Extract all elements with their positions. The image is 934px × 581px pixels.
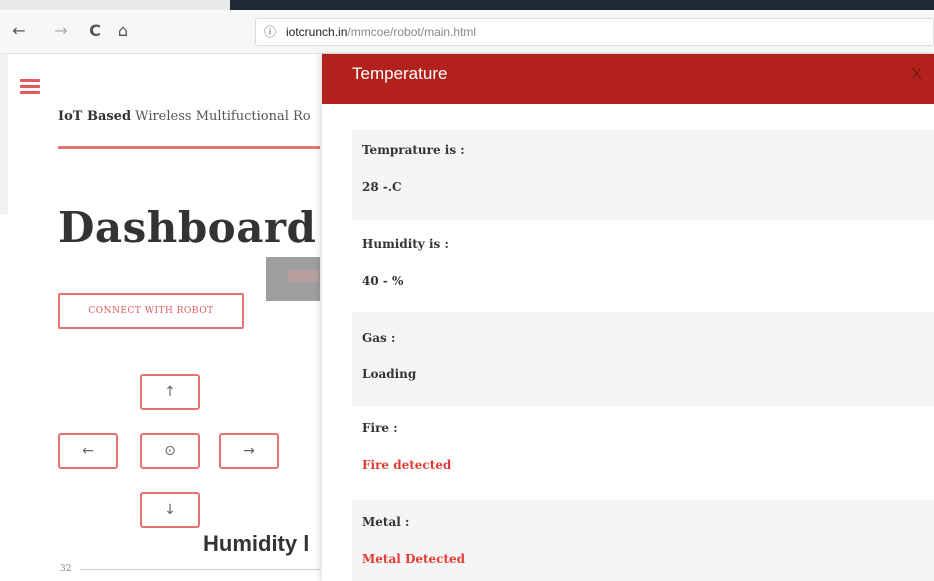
- close-icon[interactable]: X: [911, 66, 922, 84]
- move-up-button[interactable]: ↑: [140, 374, 200, 410]
- move-right-button[interactable]: →: [219, 433, 279, 469]
- sensor-value: 40 - %: [362, 274, 404, 288]
- page-title: Dashboard: [58, 203, 317, 252]
- grey-action-button[interactable]: [266, 257, 320, 301]
- sensor-label: Gas :: [362, 331, 396, 345]
- chart-axis-line: [80, 569, 320, 570]
- reload-icon[interactable]: C: [84, 20, 106, 42]
- sensor-value-alert: Metal Detected: [362, 552, 466, 566]
- sensor-row-fire: Fire : Fire detected: [352, 406, 934, 500]
- app-title: IoT Based Wireless Multifuctional Ro: [58, 109, 320, 124]
- sensor-label: Fire :: [362, 421, 398, 435]
- sensor-value: Loading: [362, 367, 417, 381]
- url-path: /mmcoe/robot/main.html: [347, 25, 477, 39]
- window-top-strip-left: [0, 0, 230, 10]
- sensor-label: Temprature is :: [362, 143, 465, 157]
- humidity-heading: Humidity l: [203, 531, 310, 556]
- sensor-row-humidity: Humidity is : 40 - %: [352, 220, 934, 312]
- connect-with-robot-button[interactable]: CONNECT WITH ROBOT: [58, 293, 244, 329]
- sensor-value: 28 -.C: [362, 180, 402, 194]
- sensor-value-alert: Fire detected: [362, 458, 452, 472]
- sensor-row-gas: Gas : Loading: [352, 312, 934, 406]
- url-text: iotcrunch.in/mmcoe/robot/main.html: [286, 25, 476, 39]
- modal-title: Temperature: [352, 64, 448, 83]
- sensor-row-temperature: Temprature is : 28 -.C: [352, 130, 934, 220]
- forward-icon[interactable]: →: [50, 20, 72, 42]
- hamburger-menu-icon[interactable]: [20, 79, 40, 95]
- url-domain: iotcrunch.in: [286, 25, 348, 39]
- temperature-modal: Temperature X Temprature is : 28 -.C Hum…: [322, 54, 934, 581]
- site-info-icon[interactable]: ⓘ: [264, 23, 276, 40]
- browser-toolbar: ← → C ⌂ ⓘ iotcrunch.in/mmcoe/robot/main.…: [0, 10, 934, 54]
- move-left-button[interactable]: ←: [58, 433, 118, 469]
- stop-button[interactable]: ⊙: [140, 433, 200, 469]
- sensor-label: Metal :: [362, 515, 410, 529]
- address-bar[interactable]: ⓘ iotcrunch.in/mmcoe/robot/main.html: [255, 18, 934, 46]
- chart-axis-label: 32: [60, 564, 72, 574]
- sensor-row-metal: Metal : Metal Detected: [352, 500, 934, 581]
- modal-header: Temperature X: [322, 54, 934, 104]
- title-underline: [58, 146, 320, 149]
- grey-button-label: [288, 270, 318, 282]
- back-icon[interactable]: ←: [8, 20, 30, 42]
- window-top-strip: [230, 0, 934, 10]
- move-down-button[interactable]: ↓: [140, 492, 200, 528]
- sensor-label: Humidity is :: [362, 237, 449, 251]
- page-left-edge: [0, 54, 8, 214]
- app-title-bold: IoT Based: [58, 109, 132, 124]
- home-icon[interactable]: ⌂: [112, 20, 134, 42]
- app-title-rest: Wireless Multifuctional Ro: [131, 109, 311, 124]
